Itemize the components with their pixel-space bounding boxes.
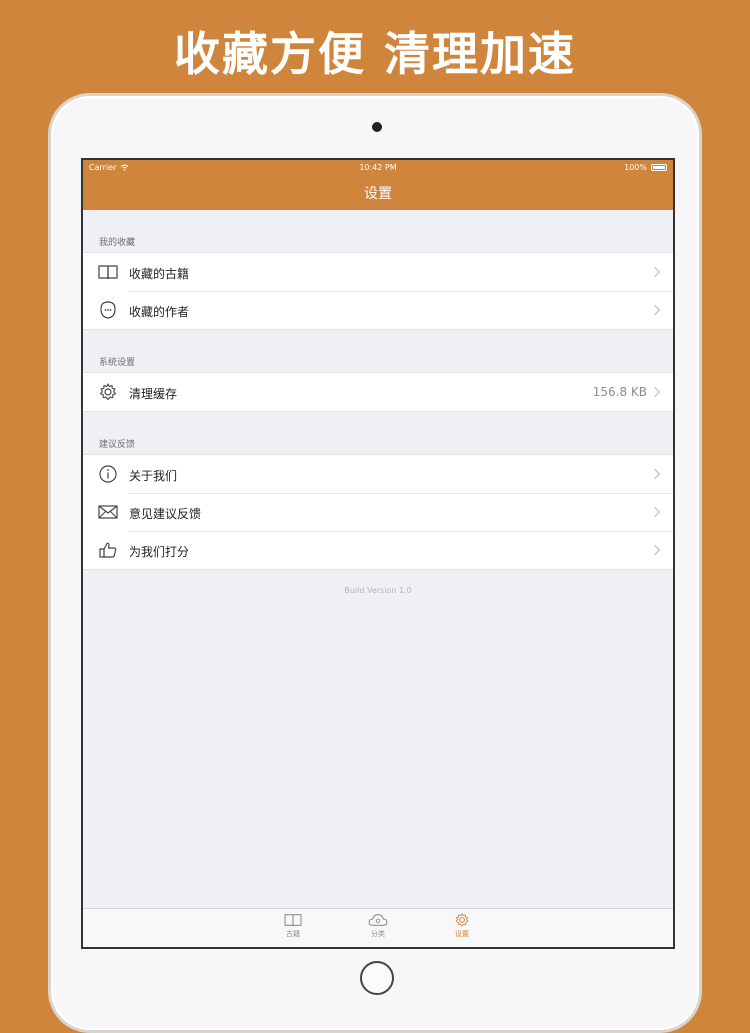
favorite-books-label: 收藏的古籍 xyxy=(129,267,190,281)
battery-icon xyxy=(651,164,667,171)
thumbs-up-icon xyxy=(99,542,117,558)
chevron-right-icon xyxy=(654,386,661,398)
tab-categories-label: 分类 xyxy=(371,930,385,938)
clear-cache-label: 清理缓存 xyxy=(129,387,178,401)
system-group: 清理缓存 156.8 KB xyxy=(83,372,673,412)
tab-bar: 古籍 分类 设置 xyxy=(83,908,673,947)
navigation-bar: Carrier 10:42 PM 100% 设置 xyxy=(83,160,673,210)
tab-settings-label: 设置 xyxy=(455,930,469,938)
clear-cache-row[interactable]: 清理缓存 156.8 KB xyxy=(83,373,673,411)
tab-books[interactable]: 古籍 xyxy=(273,912,313,939)
tab-categories[interactable]: 分类 xyxy=(358,912,398,939)
cache-size-value: 156.8 KB xyxy=(592,385,647,399)
about-us-row[interactable]: 关于我们 xyxy=(83,455,673,493)
book-icon xyxy=(98,265,118,280)
status-bar: Carrier 10:42 PM 100% xyxy=(83,163,673,177)
mail-icon xyxy=(98,505,118,519)
chevron-right-icon xyxy=(654,266,661,278)
app-screen: Carrier 10:42 PM 100% 设置 我的收藏 收藏的古籍 收藏的作… xyxy=(81,158,675,949)
promo-title: 收藏方便 清理加速 xyxy=(173,27,576,81)
tab-settings[interactable]: 设置 xyxy=(442,912,482,939)
book-icon xyxy=(284,914,302,927)
gear-icon xyxy=(99,383,117,401)
favorite-authors-label: 收藏的作者 xyxy=(129,305,190,319)
chevron-right-icon xyxy=(654,544,661,556)
rate-us-row[interactable]: 为我们打分 xyxy=(83,531,673,569)
cloud-icon xyxy=(368,914,388,926)
chevron-right-icon xyxy=(654,304,661,316)
favorite-books-row[interactable]: 收藏的古籍 xyxy=(83,253,673,291)
favorite-authors-row[interactable]: 收藏的作者 xyxy=(83,291,673,329)
home-button[interactable] xyxy=(360,961,394,995)
chevron-right-icon xyxy=(654,468,661,480)
build-version: Build Version 1.0 xyxy=(344,586,412,595)
section-header-system: 系统设置 xyxy=(99,358,136,368)
ipad-frame: Carrier 10:42 PM 100% 设置 我的收藏 收藏的古籍 收藏的作… xyxy=(48,93,702,1033)
info-icon xyxy=(99,465,117,483)
author-face-icon xyxy=(100,301,116,319)
section-header-favorites: 我的收藏 xyxy=(99,238,136,248)
feedback-label: 意见建议反馈 xyxy=(129,507,202,521)
rate-us-label: 为我们打分 xyxy=(129,545,190,559)
gear-icon xyxy=(455,913,469,927)
favorites-group: 收藏的古籍 收藏的作者 xyxy=(83,252,673,330)
battery-percent: 100% xyxy=(624,163,647,172)
section-header-feedback: 建议反馈 xyxy=(99,440,136,450)
feedback-group: 关于我们 意见建议反馈 为我们打分 xyxy=(83,454,673,570)
about-us-label: 关于我们 xyxy=(129,469,178,483)
page-title: 设置 xyxy=(364,186,392,202)
status-time: 10:42 PM xyxy=(359,163,397,172)
settings-list: 我的收藏 收藏的古籍 收藏的作者 系统设置 清理缓存 156.8 KB 建议反馈… xyxy=(83,210,673,595)
chevron-right-icon xyxy=(654,506,661,518)
tab-books-label: 古籍 xyxy=(286,930,300,938)
feedback-row[interactable]: 意见建议反馈 xyxy=(83,493,673,531)
camera-dot xyxy=(372,122,382,132)
